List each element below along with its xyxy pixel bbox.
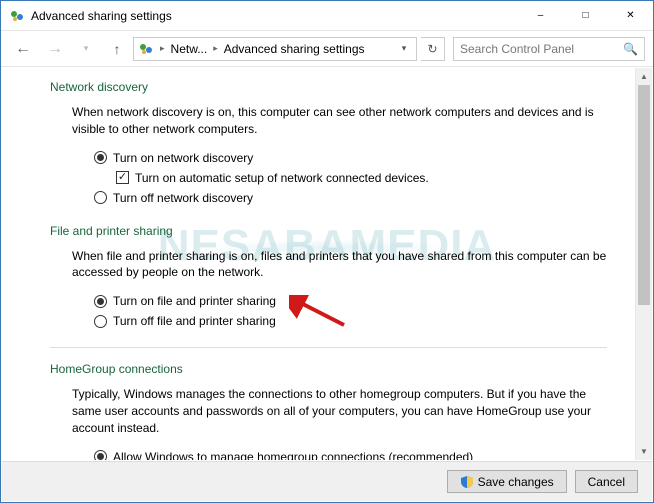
breadcrumb-advanced-sharing[interactable]: Advanced sharing settings — [224, 42, 365, 56]
titlebar: Advanced sharing settings ‒ □ ✕ — [1, 1, 653, 31]
radio-turn-off-discovery[interactable]: Turn off network discovery — [94, 188, 607, 208]
search-input[interactable]: Search Control Panel 🔍 — [453, 37, 645, 61]
radio-label: Turn off file and printer sharing — [113, 311, 276, 331]
window-title: Advanced sharing settings — [31, 9, 518, 23]
scroll-up-icon[interactable]: ▲ — [636, 68, 652, 85]
breadcrumb-network[interactable]: Netw... — [171, 42, 208, 56]
radio-label: Turn on network discovery — [113, 148, 253, 168]
forward-button[interactable]: → — [41, 35, 69, 63]
radio-label: Turn off network discovery — [113, 188, 253, 208]
section-homegroup: HomeGroup connections Typically, Windows… — [50, 362, 607, 460]
radio-icon — [94, 191, 107, 204]
footer: Save changes Cancel — [2, 461, 652, 501]
radio-icon — [94, 315, 107, 328]
radio-turn-off-file-sharing[interactable]: Turn off file and printer sharing — [94, 311, 607, 331]
radio-icon — [94, 295, 107, 308]
address-bar[interactable]: ▸ Netw... ▸ Advanced sharing settings ▾ — [133, 37, 417, 61]
checkbox-label: Turn on automatic setup of network conne… — [135, 168, 429, 188]
scroll-thumb[interactable] — [638, 85, 650, 305]
navbar: ← → ▾ ↑ ▸ Netw... ▸ Advanced sharing set… — [1, 31, 653, 67]
section-desc: When file and printer sharing is on, fil… — [72, 248, 607, 282]
section-file-printer-sharing: File and printer sharing When file and p… — [50, 224, 607, 332]
save-changes-button[interactable]: Save changes — [447, 470, 567, 493]
checkbox-auto-setup[interactable]: Turn on automatic setup of network conne… — [116, 168, 607, 188]
recent-dropdown[interactable]: ▾ — [73, 35, 101, 63]
refresh-button[interactable]: ↻ — [421, 37, 445, 61]
radio-icon — [94, 151, 107, 164]
radio-label: Turn on file and printer sharing — [113, 291, 276, 311]
section-desc: Typically, Windows manages the connectio… — [72, 386, 607, 436]
content-area: Network discovery When network discovery… — [2, 68, 635, 460]
shield-icon — [460, 475, 474, 489]
network-icon — [138, 41, 154, 57]
chevron-down-icon[interactable]: ▾ — [396, 43, 412, 54]
section-desc: When network discovery is on, this compu… — [72, 104, 607, 138]
button-label: Save changes — [478, 475, 554, 489]
radio-label: Allow Windows to manage homegroup connec… — [113, 447, 473, 460]
network-icon — [9, 8, 25, 24]
up-button[interactable]: ↑ — [105, 37, 129, 61]
radio-turn-on-file-sharing[interactable]: Turn on file and printer sharing — [94, 291, 607, 311]
maximize-button[interactable]: □ — [563, 1, 608, 30]
chevron-right-icon: ▸ — [158, 43, 167, 54]
radio-icon — [94, 450, 107, 460]
radio-allow-windows-manage[interactable]: Allow Windows to manage homegroup connec… — [94, 447, 607, 460]
section-title-network-discovery: Network discovery — [50, 80, 607, 94]
cancel-button[interactable]: Cancel — [575, 470, 638, 493]
radio-turn-on-discovery[interactable]: Turn on network discovery — [94, 148, 607, 168]
back-button[interactable]: ← — [9, 35, 37, 63]
section-title-file-printer: File and printer sharing — [50, 224, 607, 238]
divider — [50, 347, 607, 348]
section-title-homegroup: HomeGroup connections — [50, 362, 607, 376]
minimize-button[interactable]: ‒ — [518, 1, 563, 30]
search-placeholder: Search Control Panel — [460, 42, 623, 56]
section-network-discovery: Network discovery When network discovery… — [50, 80, 607, 208]
checkbox-icon — [116, 171, 129, 184]
chevron-right-icon: ▸ — [211, 43, 220, 54]
scroll-down-icon[interactable]: ▼ — [636, 443, 652, 460]
search-icon: 🔍 — [623, 42, 638, 56]
button-label: Cancel — [588, 475, 625, 489]
vertical-scrollbar[interactable]: ▲ ▼ — [635, 68, 652, 460]
close-button[interactable]: ✕ — [608, 1, 653, 30]
